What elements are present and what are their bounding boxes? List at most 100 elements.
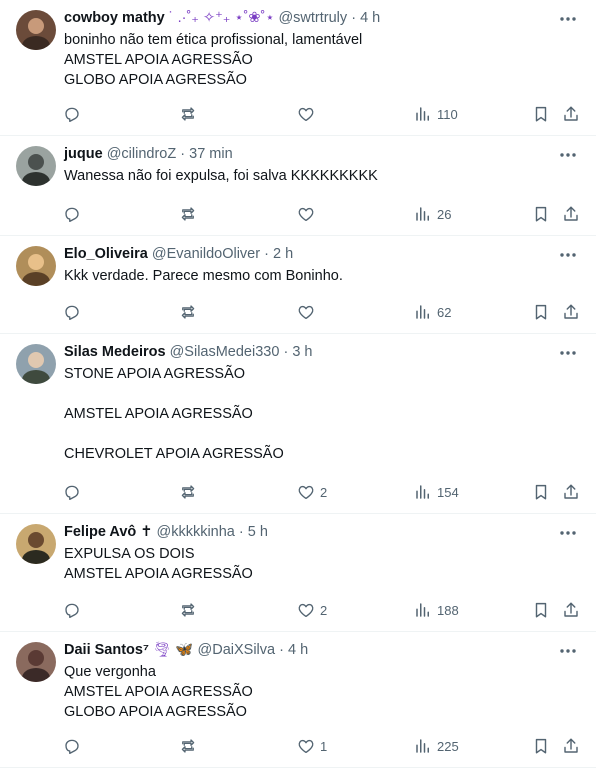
more-button[interactable] <box>558 523 578 543</box>
tweet-text-line: GLOBO APOIA AGRESSÃO <box>64 72 247 88</box>
bookmark-button[interactable] <box>532 204 550 224</box>
share-button[interactable] <box>562 482 580 502</box>
bookmark-button[interactable] <box>532 482 550 502</box>
display-name[interactable]: juque <box>64 146 103 162</box>
views-icon <box>416 107 429 121</box>
tweet[interactable]: Daii Santos⁷ 🌪 🦋 @DaiXSilva · 4 h Que ve… <box>0 632 596 768</box>
more-button[interactable] <box>558 245 578 265</box>
more-icon <box>560 649 576 653</box>
retweet-icon <box>181 207 195 221</box>
reply-button[interactable] <box>63 600 81 620</box>
like-button[interactable] <box>297 104 320 124</box>
retweet-button[interactable] <box>179 482 197 502</box>
views-button[interactable]: 110 <box>414 104 458 124</box>
tweet[interactable]: juque @cilindroZ · 37 min Wanessa não fo… <box>0 136 596 236</box>
avatar-image <box>16 344 56 384</box>
reply-button[interactable] <box>63 302 81 322</box>
tweet-header: Elo_Oliveira @EvanildoOliver · 2 h <box>64 244 293 264</box>
display-name[interactable]: Silas Medeiros <box>64 344 166 360</box>
tweet-actions: 2 154 <box>0 482 596 502</box>
user-handle[interactable]: @EvanildoOliver <box>152 246 260 262</box>
timestamp[interactable]: 4 h <box>360 10 380 26</box>
avatar[interactable] <box>16 524 56 564</box>
reply-icon <box>65 603 79 619</box>
tweet-text-line: Kkk verdade. Parece mesmo com Boninho. <box>64 268 343 284</box>
like-count: 1 <box>320 738 328 754</box>
more-button[interactable] <box>558 9 578 29</box>
share-icon <box>564 738 578 753</box>
separator-dot: · <box>283 344 289 360</box>
like-button[interactable]: 1 <box>297 736 327 756</box>
timestamp[interactable]: 3 h <box>292 344 312 360</box>
share-icon <box>564 484 578 499</box>
reply-button[interactable] <box>63 482 81 502</box>
retweet-icon <box>181 739 195 753</box>
views-button[interactable]: 154 <box>414 482 459 502</box>
tweet[interactable]: Felipe Avô ✝ @kkkkkinha · 5 h EXPULSA OS… <box>0 514 596 632</box>
display-name[interactable]: Elo_Oliveira <box>64 246 148 262</box>
bookmark-button[interactable] <box>532 104 550 124</box>
display-name[interactable]: Felipe Avô ✝ <box>64 524 152 540</box>
heart-icon <box>298 739 314 754</box>
views-button[interactable]: 225 <box>414 736 459 756</box>
tweet-text-line: Wanessa não foi expulsa, foi salva KKKKK… <box>64 168 378 184</box>
reply-button[interactable] <box>63 104 81 124</box>
timestamp[interactable]: 2 h <box>273 246 293 262</box>
share-button[interactable] <box>562 600 580 620</box>
user-handle[interactable]: @SilasMedei330 <box>170 344 280 360</box>
more-icon <box>560 17 576 21</box>
views-icon <box>416 207 429 221</box>
retweet-button[interactable] <box>179 736 197 756</box>
avatar[interactable] <box>16 642 56 682</box>
retweet-button[interactable] <box>179 204 197 224</box>
bookmark-button[interactable] <box>532 600 550 620</box>
views-button[interactable]: 188 <box>414 600 459 620</box>
views-button[interactable]: 62 <box>414 302 451 322</box>
avatar[interactable] <box>16 10 56 50</box>
bookmark-button[interactable] <box>532 736 550 756</box>
more-button[interactable] <box>558 343 578 363</box>
reply-button[interactable] <box>63 736 81 756</box>
avatar-image <box>16 524 56 564</box>
retweet-button[interactable] <box>179 600 197 620</box>
tweet-header: cowboy mathy ˙ .·˚₊ ✧⁺₊ ⋆˚❀˚⋆ @swtrtruly… <box>64 8 380 28</box>
share-button[interactable] <box>562 736 580 756</box>
avatar[interactable] <box>16 246 56 286</box>
avatar-image <box>16 146 56 186</box>
share-button[interactable] <box>562 302 580 322</box>
tweet[interactable]: Elo_Oliveira @EvanildoOliver · 2 h Kkk v… <box>0 236 596 334</box>
timestamp[interactable]: 4 h <box>288 642 308 658</box>
share-button[interactable] <box>562 204 580 224</box>
user-handle[interactable]: @kkkkkinha <box>156 524 234 540</box>
more-button[interactable] <box>558 145 578 165</box>
tweet-text-line: CHEVROLET APOIA AGRESSÃO <box>64 446 284 462</box>
tweet[interactable]: cowboy mathy ˙ .·˚₊ ✧⁺₊ ⋆˚❀˚⋆ @swtrtruly… <box>0 0 596 136</box>
share-icon <box>564 602 578 617</box>
bookmark-button[interactable] <box>532 302 550 322</box>
tweet-text: boninho não tem ética profissional, lame… <box>64 30 362 90</box>
views-button[interactable]: 26 <box>414 204 451 224</box>
like-button[interactable]: 2 <box>297 600 327 620</box>
tweet-header: Felipe Avô ✝ @kkkkkinha · 5 h <box>64 522 268 542</box>
display-name[interactable]: cowboy mathy <box>64 10 165 26</box>
like-button[interactable]: 2 <box>297 482 327 502</box>
user-handle[interactable]: @swtrtruly <box>278 10 347 26</box>
timestamp[interactable]: 37 min <box>189 146 233 162</box>
reply-button[interactable] <box>63 204 81 224</box>
avatar[interactable] <box>16 344 56 384</box>
share-button[interactable] <box>562 104 580 124</box>
retweet-button[interactable] <box>179 302 197 322</box>
separator-dot: · <box>264 246 269 262</box>
display-name[interactable]: Daii Santos⁷ <box>64 642 149 658</box>
more-button[interactable] <box>558 641 578 661</box>
timestamp[interactable]: 5 h <box>248 524 268 540</box>
retweet-button[interactable] <box>179 104 197 124</box>
like-button[interactable] <box>297 302 320 322</box>
user-handle[interactable]: @cilindroZ <box>107 146 177 162</box>
avatar[interactable] <box>16 146 56 186</box>
user-handle[interactable]: @DaiXSilva <box>198 642 276 658</box>
display-name-emoji: 🌪 🦋 <box>148 642 194 658</box>
tweet[interactable]: Silas Medeiros @SilasMedei330 · 3 h STON… <box>0 334 596 514</box>
like-button[interactable] <box>297 204 320 224</box>
